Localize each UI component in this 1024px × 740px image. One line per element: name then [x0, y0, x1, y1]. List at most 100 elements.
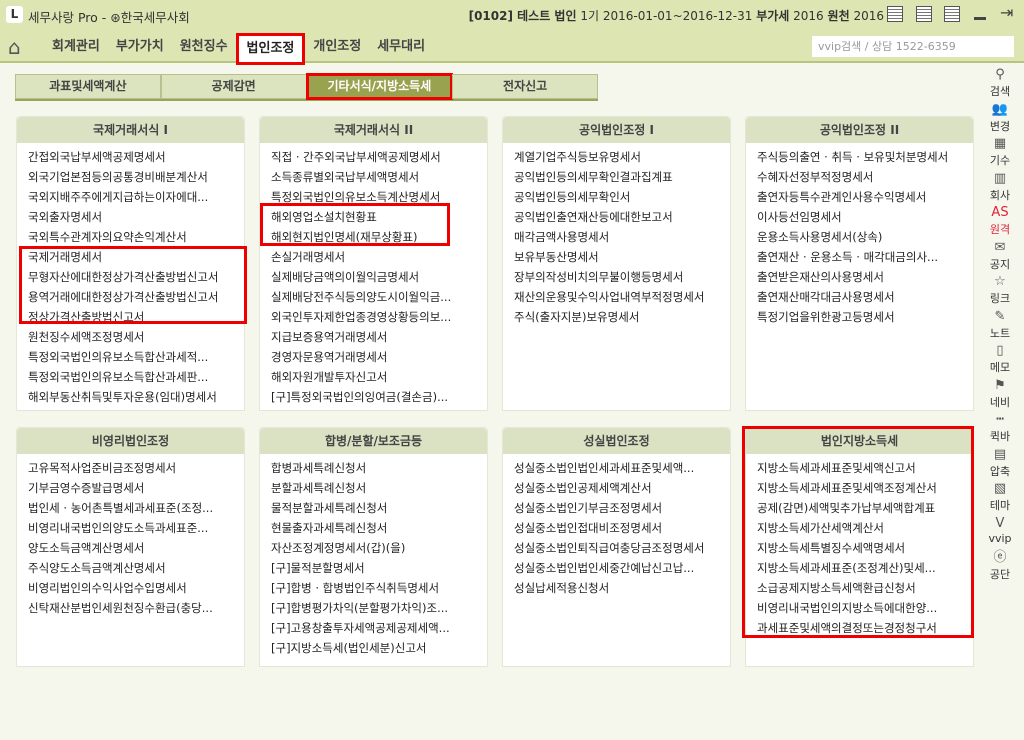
form-link[interactable]: 출연재산매각대금사용명세서 [757, 287, 973, 307]
menu-corporate-adjustment[interactable]: 법인조정 [235, 32, 306, 65]
form-link[interactable]: 보유부동산명세서 [514, 247, 730, 267]
form-link[interactable]: 지방소득세가산세액계산서 [757, 518, 973, 538]
toolbar-theme[interactable]: ▧ 테마 [980, 480, 1020, 515]
toolbar-building[interactable]: ▥ 회사 [980, 170, 1020, 205]
form-link[interactable]: 성실납세적용신청서 [514, 578, 730, 598]
form-link[interactable]: 특정외국법인의유보소득합산과세적... [28, 347, 244, 367]
form-link[interactable]: 출연받은재산의사용명세서 [757, 267, 973, 287]
menu-personal-adjustment[interactable]: 개인조정 [305, 33, 369, 61]
form-link[interactable]: 공익법인등의세무확인서 [514, 187, 730, 207]
menu-vat[interactable]: 부가가치 [108, 33, 172, 61]
toolbar-calendar[interactable]: ▦ 기수 [980, 135, 1020, 170]
form-link[interactable]: 해외영업소설치현황표 [271, 207, 487, 227]
form-link[interactable]: 기부금영수증발급명세서 [28, 478, 244, 498]
form-link[interactable]: 수혜자선정부적정명세서 [757, 167, 973, 187]
form-link[interactable]: 비영리법인의수익사업수입명세서 [28, 578, 244, 598]
form-link[interactable]: 국제거래명세서 [28, 247, 244, 267]
tab-deduction[interactable]: 공제감면 [160, 74, 307, 99]
exit-icon[interactable]: ⇥ [1000, 3, 1013, 22]
form-link[interactable]: 합병과세특례신청서 [271, 458, 487, 478]
grid-icon[interactable] [916, 6, 932, 22]
form-link[interactable]: 장부의작성비치의무불이행등명세서 [514, 267, 730, 287]
form-link[interactable]: 공제(감면)세액및추가납부세액합계표 [757, 498, 973, 518]
form-link[interactable]: 성실중소법인기부금조정명세서 [514, 498, 730, 518]
form-link[interactable]: [구]고용창출투자세액공제공제세액... [271, 618, 487, 638]
vat-year[interactable]: 2016 [793, 9, 824, 23]
form-link[interactable]: 실제배당금액의이월익금명세서 [271, 267, 487, 287]
form-link[interactable]: 외국인투자제한업종경영상황등의보... [271, 307, 487, 327]
form-link[interactable]: [구]합병 · 합병법인주식취득명세서 [271, 578, 487, 598]
toolbar-notice[interactable]: ✉ 공지 [980, 239, 1020, 274]
form-link[interactable]: [구]합병평가차익(분할평가차익)조... [271, 598, 487, 618]
form-link[interactable]: 특정기업을위한광고등명세서 [757, 307, 973, 327]
form-link[interactable]: 외국기업본점등의공통경비배분계산서 [28, 167, 244, 187]
toolbar-star[interactable]: ☆ 링크 [980, 273, 1020, 308]
form-link[interactable]: 소급공제지방소득세액환급신청서 [757, 578, 973, 598]
toolbar-users[interactable]: 👥 변경 [980, 101, 1020, 136]
form-link[interactable]: 지방소득세특별징수세액명세서 [757, 538, 973, 558]
form-link[interactable]: 공익법인출연재산등에대한보고서 [514, 207, 730, 227]
form-link[interactable]: 무형자산에대한정상가격산출방법신고서 [28, 267, 244, 287]
form-link[interactable]: 성실중소법인법인세중간예납신고납... [514, 558, 730, 578]
search-input[interactable]: vvip검색 / 상담 1522-6359 [812, 36, 1014, 57]
form-link[interactable]: [구]지방소득세(법인세분)신고서 [271, 638, 487, 658]
toolbar-e[interactable]: ⓔ 공단 [980, 549, 1020, 584]
form-link[interactable]: 국외지배주주에게지급하는이자에대... [28, 187, 244, 207]
form-link[interactable]: 공익법인등의세무확인결과집계표 [514, 167, 730, 187]
form-link[interactable]: 계열기업주식등보유명세서 [514, 147, 730, 167]
menu-tax-agency[interactable]: 세무대리 [369, 33, 433, 61]
form-link[interactable]: 국외출자명세서 [28, 207, 244, 227]
form-link[interactable]: 실제배당전주식등의양도시이월익금... [271, 287, 487, 307]
toolbar-note[interactable]: ✎ 노트 [980, 308, 1020, 343]
toolbar-vvip[interactable]: Vvvip [980, 515, 1020, 550]
toolbar-zip[interactable]: ▤ 압축 [980, 446, 1020, 481]
menu-accounting[interactable]: 회계관리 [44, 33, 108, 61]
tab-e-filing[interactable]: 전자신고 [452, 74, 598, 99]
form-link[interactable]: 주식(출자지분)보유명세서 [514, 307, 730, 327]
form-link[interactable]: 지방소득세과세표준및세액조정계산서 [757, 478, 973, 498]
minimize-icon[interactable] [974, 17, 986, 20]
form-link[interactable]: 출연자등특수관계인사용수익명세서 [757, 187, 973, 207]
form-link[interactable]: 비영리내국법인의양도소득과세표준... [28, 518, 244, 538]
tab-other-forms[interactable]: 기타서식/지방소득세 [305, 73, 454, 100]
form-link[interactable]: 성실중소법인공제세액계산서 [514, 478, 730, 498]
form-link[interactable]: 양도소득금액계산명세서 [28, 538, 244, 558]
form-link[interactable]: 지방소득세과세표준(조정계산)및세... [757, 558, 973, 578]
toolbar-remote[interactable]: AS 원격 [980, 204, 1020, 239]
form-link[interactable]: 자산조정계정명세서(갑)(을) [271, 538, 487, 558]
form-link[interactable]: 출연재산 · 운용소득 · 매각대금의사... [757, 247, 973, 267]
form-link[interactable]: 이사등선임명세서 [757, 207, 973, 227]
form-link[interactable]: 성실중소법인법인세과세표준및세액... [514, 458, 730, 478]
form-link[interactable]: 현물출자과세특례신청서 [271, 518, 487, 538]
form-link[interactable]: 운용소득사용명세서(상속) [757, 227, 973, 247]
form-link[interactable]: 주식등의출연 · 취득 · 보유및처분명세서 [757, 147, 973, 167]
toolbar-memo[interactable]: ▯ 메모 [980, 342, 1020, 377]
form-link[interactable]: 성실중소법인퇴직급여충당금조정명세서 [514, 538, 730, 558]
form-link[interactable]: 물적분할과세특례신청서 [271, 498, 487, 518]
form-link[interactable]: 재산의운용및수익사업내역부적정명세서 [514, 287, 730, 307]
form-link[interactable]: [구]물적분할명세서 [271, 558, 487, 578]
form-link[interactable]: 정상가격산출방법신고서 [28, 307, 244, 327]
form-link[interactable]: 용역거래에대한정상가격산출방법신고서 [28, 287, 244, 307]
form-link[interactable]: 고유목적사업준비금조정명세서 [28, 458, 244, 478]
form-link[interactable]: 국외특수관계자의요약손익계산서 [28, 227, 244, 247]
tab-tax-base[interactable]: 과표및세액계산 [15, 74, 161, 99]
form-link[interactable]: 과세표준및세액의결정또는경정청구서 [757, 618, 973, 638]
form-link[interactable]: 간접외국납부세액공제명세서 [28, 147, 244, 167]
form-link[interactable]: 해외현지법인명세(재무상황표) [271, 227, 487, 247]
form-link[interactable]: 성실중소법인접대비조정명세서 [514, 518, 730, 538]
form-link[interactable]: 해외부동산취득및투자운용(임대)명세서 [28, 387, 244, 407]
form-link[interactable]: [구]특정외국법인의잉여금(결손금)... [271, 387, 487, 407]
form-link[interactable]: 비영리내국법인의지방소득에대한양... [757, 598, 973, 618]
form-link[interactable]: 소득종류별외국납부세액명세서 [271, 167, 487, 187]
form-link[interactable]: 원천징수세액조정명세서 [28, 327, 244, 347]
form-link[interactable]: 매각금액사용명세서 [514, 227, 730, 247]
form-link[interactable]: 특정외국법인의유보소득합산과세판... [28, 367, 244, 387]
calculator-icon[interactable] [887, 6, 903, 22]
toolbar-quickbar[interactable]: ┅ 퀵바 [980, 411, 1020, 446]
home-icon[interactable]: ⌂ [8, 36, 32, 58]
form-link[interactable]: 특정외국법인의유보소득계산명세서 [271, 187, 487, 207]
form-link[interactable]: 해외자원개발투자신고서 [271, 367, 487, 387]
form-link[interactable]: 분할과세특례신청서 [271, 478, 487, 498]
layout-icon[interactable] [944, 6, 960, 22]
